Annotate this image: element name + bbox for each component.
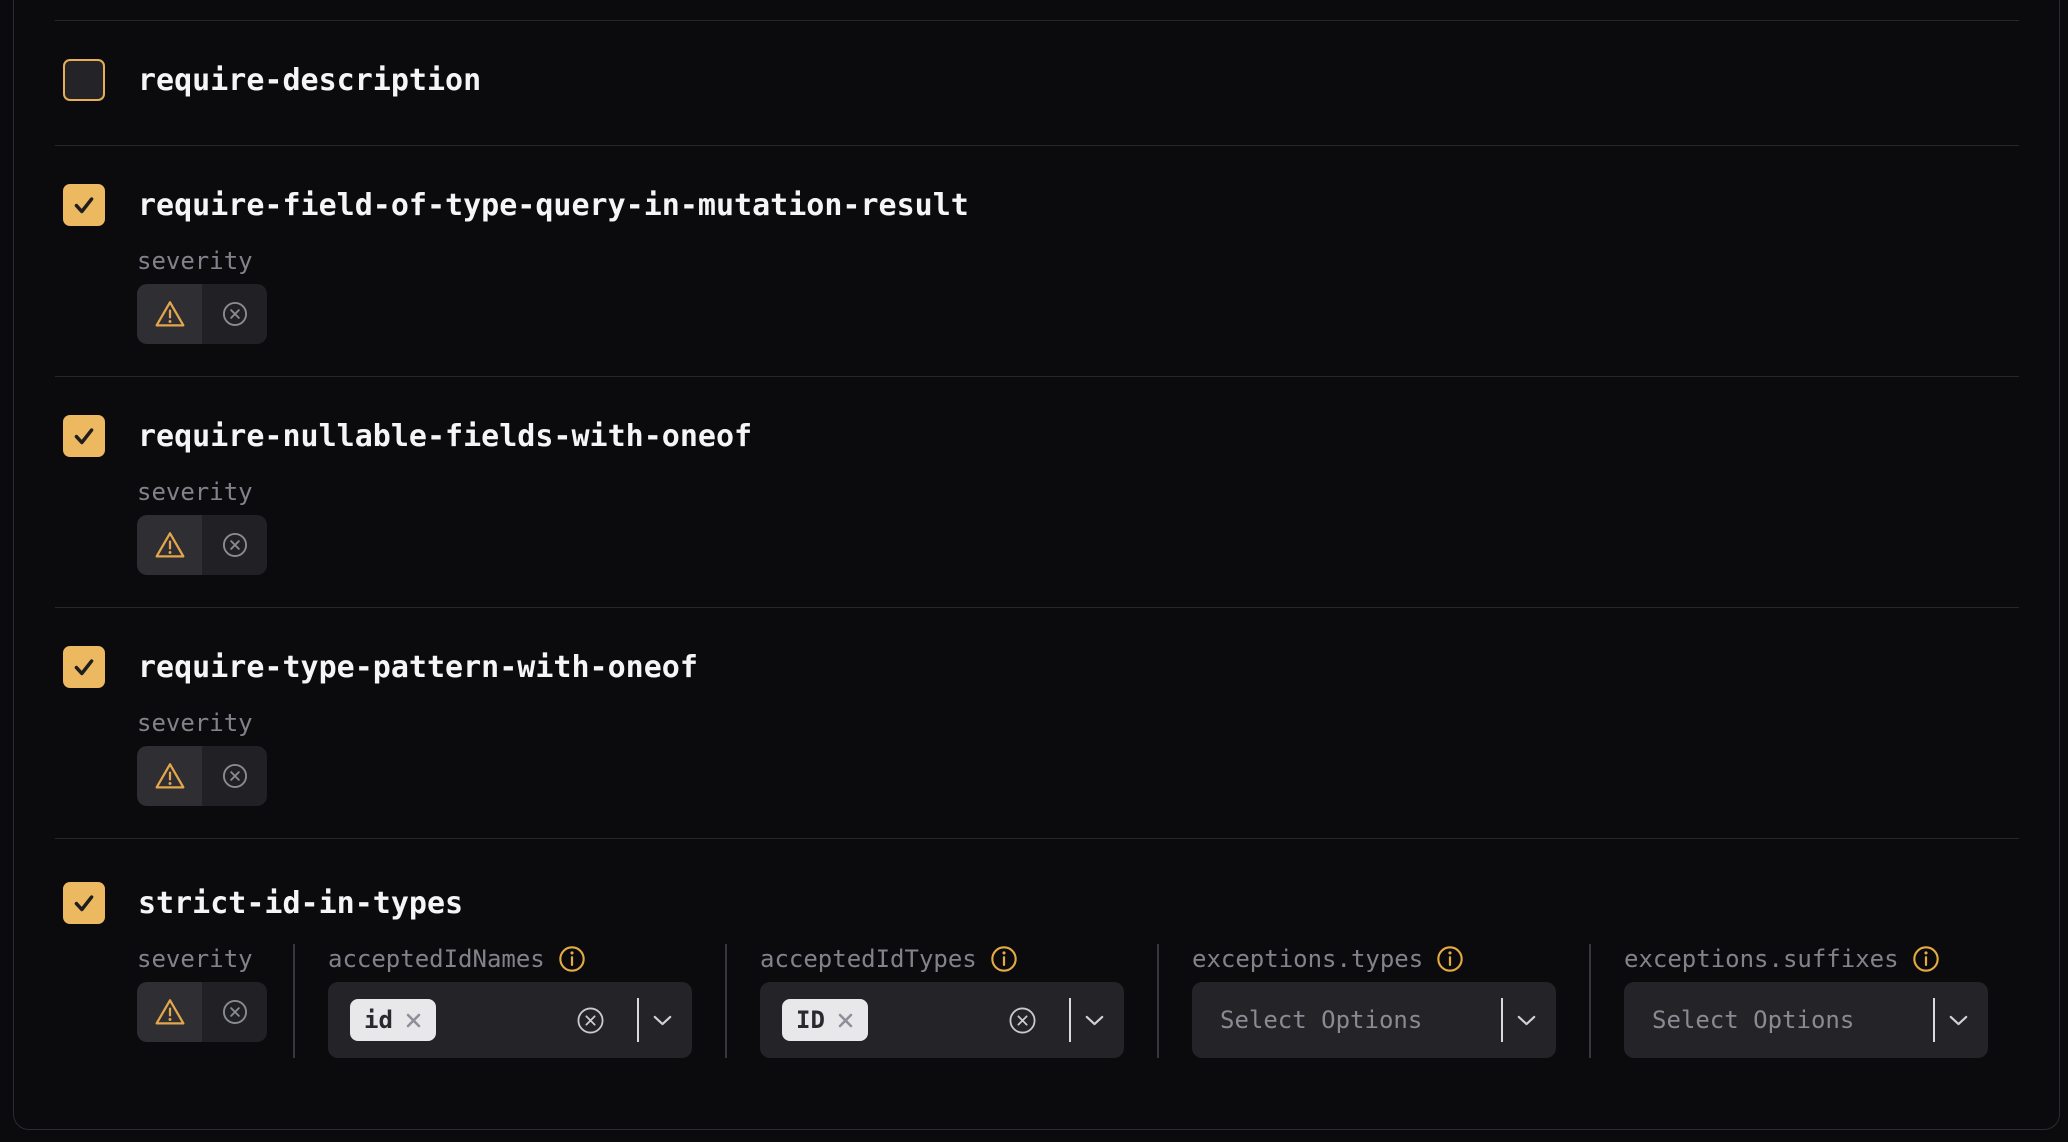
info-icon[interactable] bbox=[1912, 945, 1940, 973]
severity-warn-button[interactable] bbox=[137, 982, 202, 1042]
warning-triangle-icon bbox=[154, 530, 186, 560]
rule-enable-checkbox[interactable] bbox=[63, 646, 105, 688]
remove-tag-icon[interactable] bbox=[837, 1012, 854, 1029]
rules-panel: require-description require-field-of-typ… bbox=[13, 0, 2060, 1130]
exceptions-types-select[interactable]: Select Options bbox=[1192, 982, 1556, 1058]
dropdown-toggle[interactable] bbox=[1517, 1015, 1536, 1026]
clear-all-button[interactable] bbox=[576, 1006, 605, 1035]
dropdown-toggle[interactable] bbox=[1949, 1015, 1968, 1026]
rule-row-require-nullable-fields-with-oneof: require-nullable-fields-with-oneof sever… bbox=[55, 376, 2019, 607]
checkmark-icon bbox=[71, 890, 97, 916]
exceptions-suffixes-select[interactable]: Select Options bbox=[1624, 982, 1988, 1058]
rule-row-require-description: require-description bbox=[55, 20, 2019, 145]
rule-row-strict-id-in-types: strict-id-in-types severity bbox=[55, 838, 2019, 1058]
severity-label: severity bbox=[137, 708, 2019, 738]
info-icon[interactable] bbox=[558, 945, 586, 973]
rule-enable-checkbox[interactable] bbox=[63, 882, 105, 924]
severity-toggle-group bbox=[137, 515, 267, 575]
rule-name: require-type-pattern-with-oneof bbox=[138, 650, 698, 685]
chevron-down-icon bbox=[653, 1015, 672, 1026]
chevron-down-icon bbox=[1085, 1015, 1104, 1026]
severity-off-button[interactable] bbox=[202, 982, 267, 1042]
warning-triangle-icon bbox=[154, 761, 186, 791]
info-icon[interactable] bbox=[990, 945, 1018, 973]
rule-name: require-description bbox=[138, 63, 481, 98]
select-placeholder: Select Options bbox=[1652, 1006, 1854, 1034]
control-divider bbox=[1933, 998, 1935, 1042]
checkmark-icon bbox=[71, 423, 97, 449]
rule-enable-checkbox[interactable] bbox=[63, 184, 105, 226]
rule-name: strict-id-in-types bbox=[138, 886, 463, 921]
warning-triangle-icon bbox=[154, 997, 186, 1027]
severity-label: severity bbox=[137, 246, 2019, 276]
circle-x-icon bbox=[221, 762, 249, 790]
severity-off-button[interactable] bbox=[202, 746, 267, 806]
checkmark-icon bbox=[71, 192, 97, 218]
field-severity: severity bbox=[137, 944, 293, 1058]
severity-toggle-group bbox=[137, 746, 267, 806]
dropdown-toggle[interactable] bbox=[1085, 1015, 1104, 1026]
tag-chip: id bbox=[350, 999, 436, 1041]
chevron-down-icon bbox=[1517, 1015, 1536, 1026]
circle-x-icon bbox=[221, 531, 249, 559]
control-divider bbox=[637, 998, 639, 1042]
rule-enable-checkbox[interactable] bbox=[63, 59, 105, 101]
field-label-text: exceptions.types bbox=[1192, 944, 1423, 974]
severity-toggle-group bbox=[137, 284, 267, 344]
remove-tag-icon[interactable] bbox=[405, 1012, 422, 1029]
severity-warn-button[interactable] bbox=[137, 284, 202, 344]
circle-x-icon bbox=[221, 300, 249, 328]
field-label-text: acceptedIdNames bbox=[328, 944, 545, 974]
field-label-text: exceptions.suffixes bbox=[1624, 944, 1899, 974]
circle-x-icon bbox=[221, 998, 249, 1026]
rule-row-require-field-of-type-query-in-mutation-result: require-field-of-type-query-in-mutation-… bbox=[55, 145, 2019, 376]
severity-label: severity bbox=[137, 944, 260, 974]
severity-warn-button[interactable] bbox=[137, 515, 202, 575]
rule-name: require-nullable-fields-with-oneof bbox=[138, 419, 752, 454]
select-placeholder: Select Options bbox=[1220, 1006, 1422, 1034]
clear-circle-x-icon bbox=[1008, 1006, 1037, 1035]
clear-all-button[interactable] bbox=[1008, 1006, 1037, 1035]
severity-off-button[interactable] bbox=[202, 284, 267, 344]
dropdown-toggle[interactable] bbox=[653, 1015, 672, 1026]
field-exceptions-suffixes: exceptions.suffixes Select Options bbox=[1589, 944, 2021, 1058]
severity-toggle-group bbox=[137, 982, 267, 1042]
field-acceptedIdTypes: acceptedIdTypes ID bbox=[725, 944, 1157, 1058]
tag-label: id bbox=[364, 1006, 393, 1034]
clear-circle-x-icon bbox=[576, 1006, 605, 1035]
severity-label: severity bbox=[137, 477, 2019, 507]
control-divider bbox=[1069, 998, 1071, 1042]
tag-label: ID bbox=[796, 1006, 825, 1034]
field-label-text: acceptedIdTypes bbox=[760, 944, 977, 974]
severity-off-button[interactable] bbox=[202, 515, 267, 575]
info-icon[interactable] bbox=[1436, 945, 1464, 973]
checkmark-icon bbox=[71, 654, 97, 680]
tag-chip: ID bbox=[782, 999, 868, 1041]
rule-row-require-type-pattern-with-oneof: require-type-pattern-with-oneof severity bbox=[55, 607, 2019, 838]
chevron-down-icon bbox=[1949, 1015, 1968, 1026]
rule-enable-checkbox[interactable] bbox=[63, 415, 105, 457]
field-exceptions-types: exceptions.types Select Options bbox=[1157, 944, 1589, 1058]
acceptedIdTypes-multiselect[interactable]: ID bbox=[760, 982, 1124, 1058]
rule-name: require-field-of-type-query-in-mutation-… bbox=[138, 188, 969, 223]
rules-list: require-description require-field-of-typ… bbox=[14, 0, 2059, 1129]
field-acceptedIdNames: acceptedIdNames id bbox=[293, 944, 725, 1058]
acceptedIdNames-multiselect[interactable]: id bbox=[328, 982, 692, 1058]
warning-triangle-icon bbox=[154, 299, 186, 329]
control-divider bbox=[1501, 998, 1503, 1042]
severity-warn-button[interactable] bbox=[137, 746, 202, 806]
